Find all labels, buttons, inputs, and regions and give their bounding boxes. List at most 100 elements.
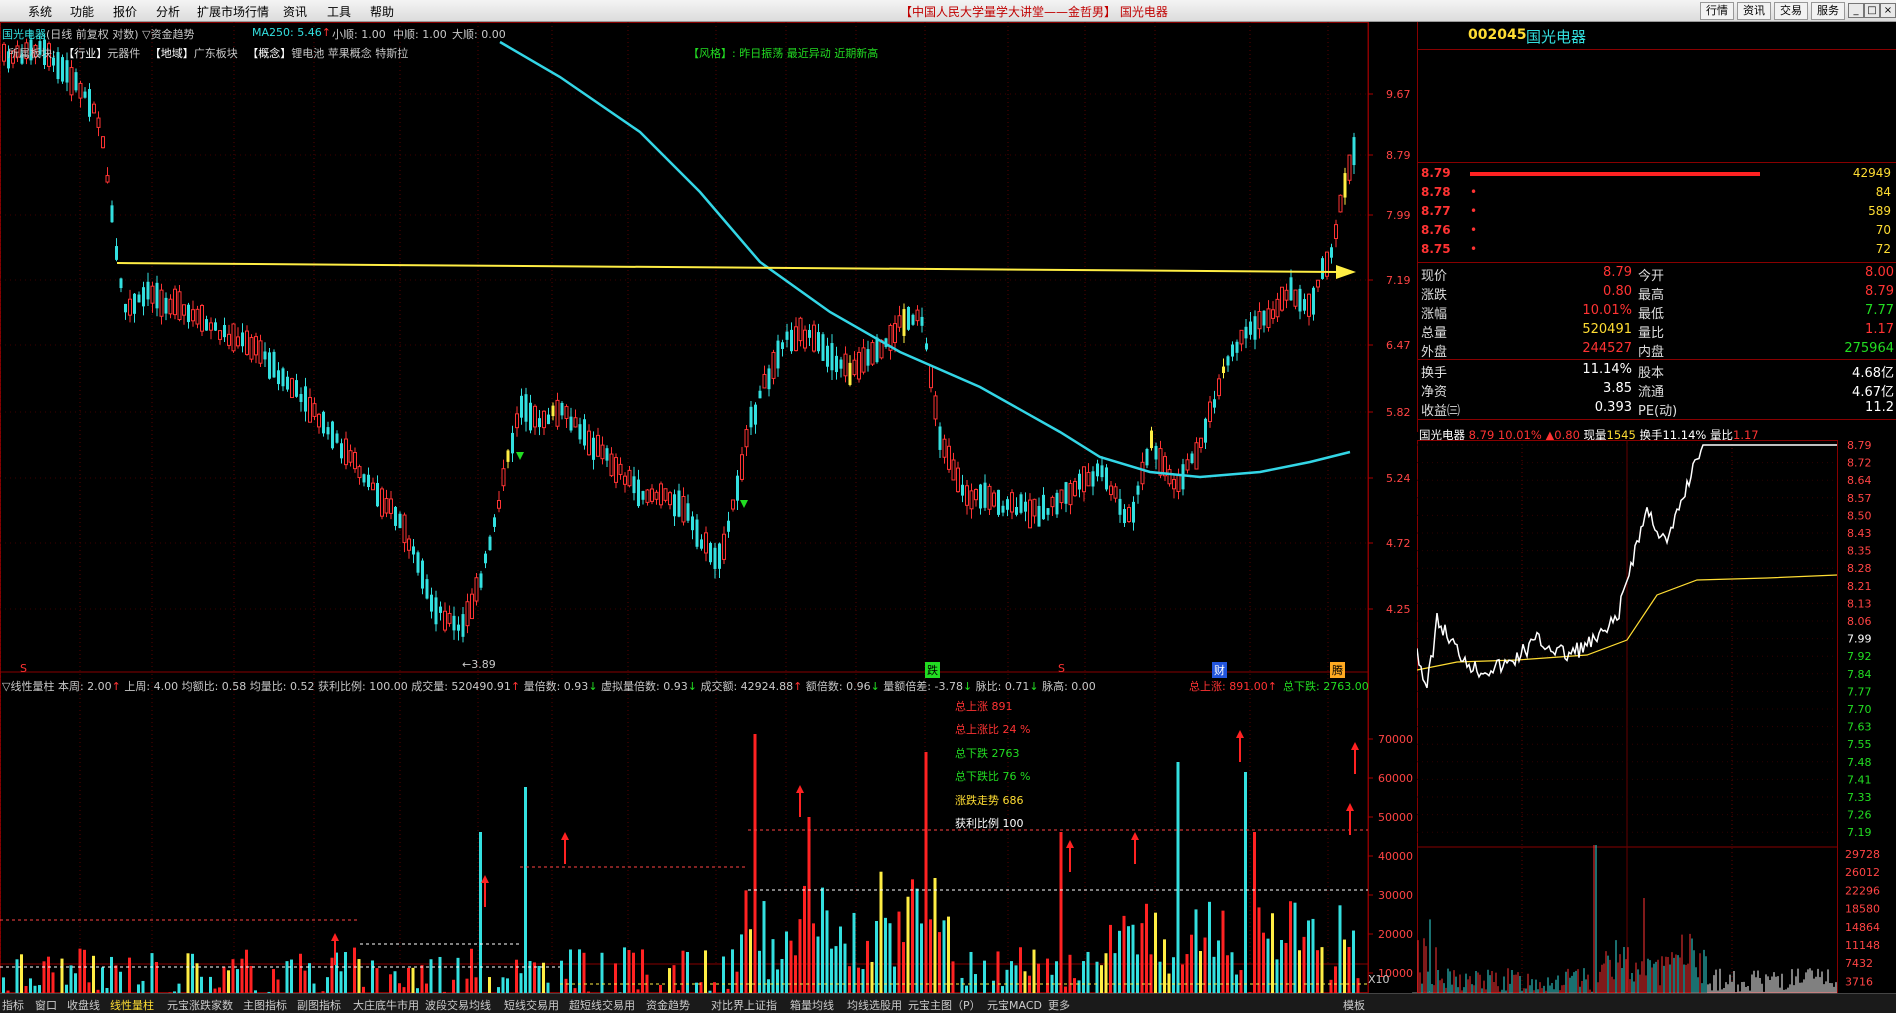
intraday-price-tick: 7.48 bbox=[1847, 756, 1872, 769]
quote-right-label: 内盘 bbox=[1638, 345, 1665, 360]
kline-chart-area[interactable]: 9.67 8.79 7.99 7.19 6.47 5.82 5.24 4.72 4.25 700… bbox=[0, 22, 1417, 993]
toolbar-news-button[interactable]: 资讯 bbox=[1737, 2, 1771, 20]
volume-bar-series bbox=[2, 734, 1360, 993]
intraday-price-tick: 7.92 bbox=[1847, 650, 1872, 663]
stat-right-value: 11.2 bbox=[1865, 400, 1894, 415]
menu-analysis[interactable]: 分析 bbox=[156, 3, 180, 20]
order-book-row[interactable]: 8.79 42949 bbox=[1418, 166, 1896, 184]
indicator-tab[interactable]: 箱量均线 bbox=[790, 997, 834, 1013]
indicator-tab[interactable]: 短线交易用 bbox=[504, 997, 559, 1013]
indicator-tab[interactable]: 模板 bbox=[1343, 997, 1365, 1013]
indicator-tab[interactable]: 更多 bbox=[1048, 997, 1070, 1013]
indicator-tab[interactable]: 主图指标 bbox=[243, 997, 287, 1013]
quote-right-label: 今开 bbox=[1638, 269, 1665, 284]
indicator-tab[interactable]: 元宝主图（P） bbox=[908, 997, 981, 1013]
volume-tick: 70000 bbox=[1378, 733, 1413, 746]
menu-extended-market[interactable]: 扩展市场行情 bbox=[197, 3, 269, 20]
main-indicator-name[interactable]: ▽资金趋势 bbox=[142, 28, 194, 41]
indicator-tab[interactable]: 波段交易均线 bbox=[425, 997, 491, 1013]
intraday-volume-tick: 26012 bbox=[1845, 866, 1880, 879]
stat-right-value: 4.68亿 bbox=[1852, 366, 1894, 381]
intraday-chart[interactable]: 8.79 8.72 8.64 8.57 8.50 8.43 8.35 8.28 8.21 8.13… bbox=[1417, 440, 1896, 993]
intraday-price-tick: 8.06 bbox=[1847, 615, 1872, 628]
quote-left-value: 520491 bbox=[1582, 322, 1632, 337]
order-book-row[interactable]: 8.76 • 70 bbox=[1418, 223, 1896, 241]
volume-tick: 20000 bbox=[1378, 928, 1413, 941]
intraday-volume-tick: 18580 bbox=[1845, 903, 1880, 916]
indicator-tab[interactable]: 大庄底牛市用 bbox=[353, 997, 419, 1013]
stat-right-value: 4.67亿 bbox=[1852, 385, 1894, 400]
legend-total-down: 总下跌 2763 bbox=[955, 747, 1020, 760]
volume-tick: 40000 bbox=[1378, 850, 1413, 863]
window-title: 【中国人民大学量学大讲堂——金哲男】 国光电器 bbox=[900, 5, 1168, 19]
minimize-icon[interactable]: _ bbox=[1848, 3, 1864, 18]
indicator-tab[interactable]: 指标 bbox=[2, 997, 24, 1013]
maximize-icon[interactable]: □ bbox=[1864, 3, 1880, 18]
small-trend-value: 小顺: 1.00 bbox=[332, 28, 386, 41]
intraday-price-tick: 8.43 bbox=[1847, 527, 1872, 540]
quote-left-label: 现价 bbox=[1421, 269, 1448, 284]
quote-left-value: 244527 bbox=[1582, 341, 1632, 356]
order-book-row[interactable]: 8.78 • 84 bbox=[1418, 185, 1896, 203]
indicator-tab[interactable]: 资金趋势 bbox=[646, 997, 690, 1013]
intraday-price-tick: 7.33 bbox=[1847, 791, 1872, 804]
price-tick: 4.25 bbox=[1386, 603, 1411, 616]
total-up-top: 总上涨: 891.00↑ bbox=[1189, 680, 1277, 693]
order-book-row[interactable]: 8.75 • 72 bbox=[1418, 242, 1896, 260]
chart-title-row: 国光电器(日线 前复权 对数) ▽资金趋势 bbox=[2, 26, 195, 42]
stock-name-label[interactable]: 国光电器 bbox=[2, 28, 46, 41]
toolbar-service-button[interactable]: 服务 bbox=[1811, 2, 1845, 20]
event-marker-tencent[interactable]: 腾 bbox=[1330, 662, 1345, 678]
volume-indicator-name[interactable]: ▽线性量柱 bbox=[2, 680, 54, 693]
menu-function[interactable]: 功能 bbox=[70, 3, 94, 20]
quote-right-label: 量比 bbox=[1638, 326, 1665, 341]
volume-arrow-markers bbox=[331, 730, 1359, 965]
stock-name: 国光电器 bbox=[1526, 28, 1587, 46]
price-tick: 4.72 bbox=[1386, 537, 1411, 550]
price-tick: 6.47 bbox=[1386, 339, 1411, 352]
quote-left-value: 0.80 bbox=[1603, 284, 1632, 299]
intraday-price-tick: 8.72 bbox=[1847, 457, 1872, 470]
volume-tick: 60000 bbox=[1378, 772, 1413, 785]
quote-left-label: 外盘 bbox=[1421, 345, 1448, 360]
event-marker-drop[interactable]: 跌 bbox=[925, 662, 940, 678]
indicator-tab[interactable]: 均线选股用 bbox=[847, 997, 902, 1013]
indicator-tab[interactable]: 线性量柱 bbox=[110, 997, 154, 1013]
quote-left-label: 总量 bbox=[1421, 326, 1448, 341]
indicator-tab[interactable]: 元宝涨跌家数 bbox=[167, 997, 233, 1013]
intraday-price-tick: 7.70 bbox=[1847, 703, 1872, 716]
quote-right-value: 8.79 bbox=[1865, 284, 1894, 299]
indicator-tab[interactable]: 窗口 bbox=[35, 997, 57, 1013]
indicator-tab[interactable]: 超短线交易用 bbox=[569, 997, 635, 1013]
big-trend-value: 大顺: 0.00 bbox=[452, 28, 506, 41]
menu-system[interactable]: 系统 bbox=[28, 3, 52, 20]
event-marker-finance[interactable]: 财 bbox=[1212, 662, 1227, 678]
sector-row: 所属板块: 【行业】元器件 【地域】广东板块 【概念】锂电池 苹果概念 特斯拉 bbox=[8, 47, 409, 60]
indicator-tab[interactable]: 副图指标 bbox=[297, 997, 341, 1013]
menu-news[interactable]: 资讯 bbox=[283, 3, 307, 20]
intraday-price-tick: 7.77 bbox=[1847, 685, 1872, 698]
intraday-price-tick: 8.13 bbox=[1847, 597, 1872, 610]
price-tick: 7.19 bbox=[1386, 274, 1411, 287]
toolbar-trade-button[interactable]: 交易 bbox=[1774, 2, 1808, 20]
toolbar-quote-button[interactable]: 行情 bbox=[1700, 2, 1734, 20]
intraday-price-tick: 7.84 bbox=[1847, 668, 1872, 681]
event-marker-s2[interactable]: S bbox=[1058, 662, 1065, 675]
indicator-tab[interactable]: 对比界上证指 bbox=[711, 997, 777, 1013]
menu-help[interactable]: 帮助 bbox=[370, 3, 394, 20]
quote-left-value: 8.79 bbox=[1603, 265, 1632, 280]
chart-mode-label[interactable]: (日线 前复权 对数) bbox=[46, 28, 139, 41]
quote-right-label: 最低 bbox=[1638, 307, 1665, 322]
order-book-row[interactable]: 8.77 • 589 bbox=[1418, 204, 1896, 222]
intraday-price-tick: 8.50 bbox=[1847, 509, 1872, 522]
indicator-tab[interactable]: 收盘线 bbox=[67, 997, 100, 1013]
event-marker-s1[interactable]: S bbox=[20, 662, 27, 675]
intraday-volume-axis: 29728 26012 22296 18580 14864 11148 7432 3716 bbox=[1845, 848, 1880, 988]
resistance-line bbox=[116, 262, 1341, 273]
menu-quote[interactable]: 报价 bbox=[113, 3, 137, 20]
indicator-tab[interactable]: 元宝MACD bbox=[987, 997, 1042, 1013]
quote-right-value: 275964 bbox=[1844, 341, 1894, 356]
menu-tools[interactable]: 工具 bbox=[327, 3, 351, 20]
legend-trend: 涨跌走势 686 bbox=[955, 794, 1024, 807]
close-icon[interactable]: × bbox=[1880, 3, 1896, 18]
